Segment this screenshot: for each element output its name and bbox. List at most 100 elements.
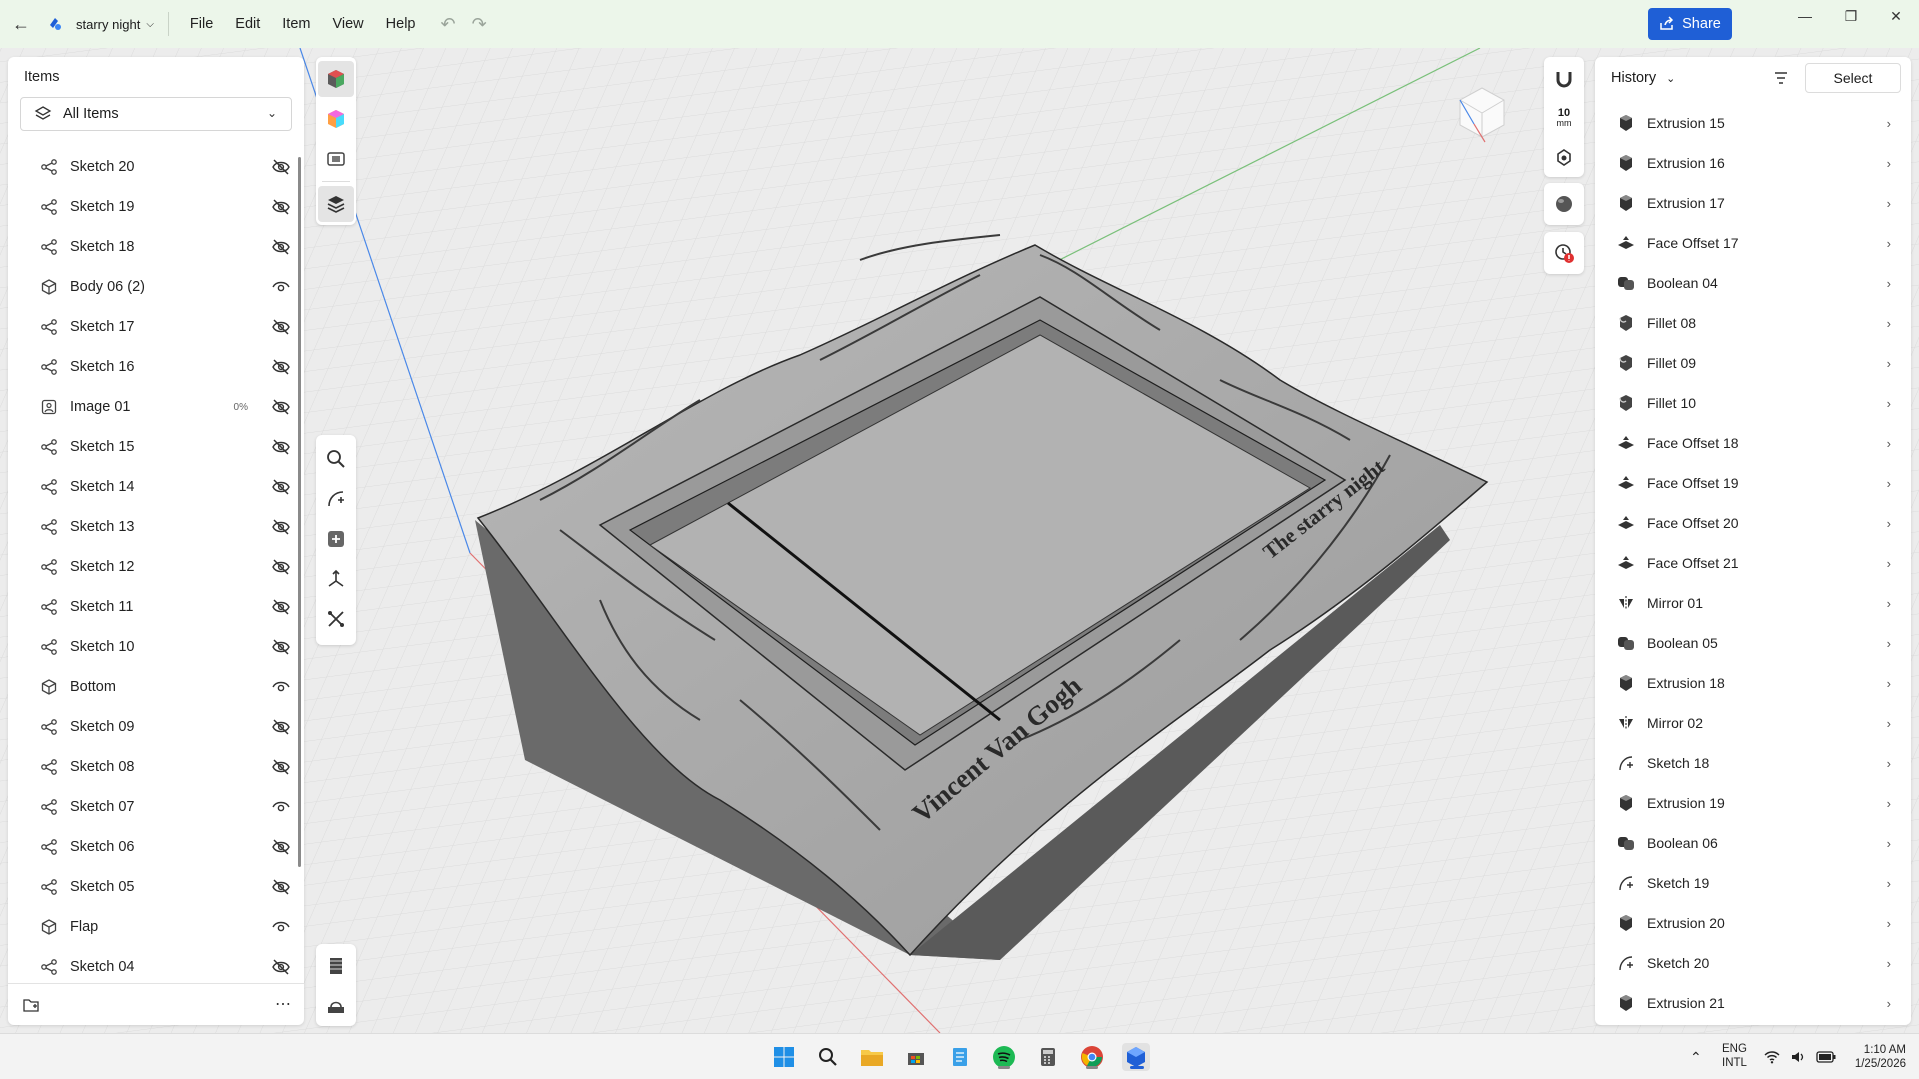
history-item[interactable]: Boolean 04 › [1595,263,1911,303]
history-item[interactable]: Extrusion 20 › [1595,903,1911,943]
items-list-item[interactable]: Sketch 09 [8,707,304,747]
chrome-icon[interactable] [1078,1043,1106,1071]
share-button[interactable]: Share [1648,8,1732,40]
chevron-right-icon[interactable]: › [1887,276,1891,291]
eye-hidden-icon[interactable] [270,438,292,456]
history-item[interactable]: Sketch 20 › [1595,943,1911,983]
chevron-right-icon[interactable]: › [1887,236,1891,251]
clock[interactable]: 1:10 AM 1/25/2026 [1844,1034,1906,1079]
items-list-item[interactable]: Body 06 (2) [8,267,304,307]
items-list-item[interactable]: Sketch 12 [8,547,304,587]
materials-view-icon[interactable] [318,101,354,137]
history-item[interactable]: Extrusion 21 › [1595,983,1911,1023]
eye-hidden-icon[interactable] [270,358,292,376]
chevron-right-icon[interactable]: › [1887,836,1891,851]
items-list-item[interactable]: Sketch 14 [8,467,304,507]
eye-icon[interactable] [270,798,292,816]
history-item[interactable]: Extrusion 17 › [1595,183,1911,223]
chevron-right-icon[interactable]: › [1887,956,1891,971]
history-item[interactable]: Boolean 06 › [1595,823,1911,863]
grid-units-indicator[interactable]: 10 mm [1546,100,1582,135]
minimize-icon[interactable]: — [1782,0,1828,32]
layers-view-icon[interactable] [318,186,354,222]
measure-tool-icon[interactable] [318,601,354,637]
render-view-icon[interactable] [318,141,354,177]
eye-icon[interactable] [270,918,292,936]
eye-hidden-icon[interactable] [270,638,292,656]
chevron-right-icon[interactable]: › [1887,436,1891,451]
eye-hidden-icon[interactable] [270,878,292,896]
items-list-item[interactable]: Image 01 0% [8,387,304,427]
store-icon[interactable] [902,1043,930,1071]
eye-icon[interactable] [270,678,292,696]
history-item[interactable]: Face Offset 20 › [1595,503,1911,543]
chevron-right-icon[interactable]: › [1887,916,1891,931]
magnet-snap-icon[interactable] [1546,61,1582,96]
notepad-icon[interactable] [946,1043,974,1071]
transform-tool-icon[interactable] [318,561,354,597]
items-list-item[interactable]: Sketch 17 [8,307,304,347]
eye-hidden-icon[interactable] [270,518,292,536]
history-item[interactable]: Sketch 19 › [1595,863,1911,903]
chevron-right-icon[interactable]: › [1887,476,1891,491]
file-explorer-icon[interactable] [858,1043,886,1071]
eye-hidden-icon[interactable] [270,718,292,736]
history-item[interactable]: Boolean 05 › [1595,623,1911,663]
history-item[interactable]: Extrusion 15 › [1595,103,1911,143]
items-list-item[interactable]: Sketch 18 [8,227,304,267]
eye-hidden-icon[interactable] [270,758,292,776]
chevron-right-icon[interactable]: › [1887,756,1891,771]
eye-hidden-icon[interactable] [270,318,292,336]
items-list-item[interactable]: Sketch 19 [8,187,304,227]
new-folder-icon[interactable] [20,994,42,1016]
items-filter-dropdown[interactable]: All Items ⌄ [20,97,292,131]
items-list-item[interactable]: Sketch 13 [8,507,304,547]
history-item[interactable]: Fillet 09 › [1595,343,1911,383]
sketch-tool-icon[interactable] [318,481,354,517]
items-list-item[interactable]: Sketch 16 [8,347,304,387]
items-list-item[interactable]: Sketch 04 [8,947,304,987]
history-dropdown[interactable]: History ⌄ [1611,70,1675,86]
snap-point-icon[interactable] [1546,140,1582,175]
menu-help[interactable]: Help [375,16,427,32]
chevron-right-icon[interactable]: › [1887,596,1891,611]
history-item[interactable]: Face Offset 18 › [1595,423,1911,463]
tray-overflow-icon[interactable]: ⌃ [1690,1034,1702,1079]
cad-app-icon[interactable] [1122,1043,1150,1071]
items-list-item[interactable]: Flap [8,907,304,947]
calculator-icon[interactable] [1034,1043,1062,1071]
menu-edit[interactable]: Edit [224,16,271,32]
language-indicator[interactable]: ENG INTL [1722,1034,1747,1079]
history-item[interactable]: Extrusion 16 › [1595,143,1911,183]
timeline-warning-icon[interactable] [1546,235,1582,271]
redo-icon[interactable]: ↷ [472,14,487,35]
chevron-right-icon[interactable]: › [1887,996,1891,1011]
history-item[interactable]: Mirror 01 › [1595,583,1911,623]
zoom-search-icon[interactable] [318,441,354,477]
eye-hidden-icon[interactable] [270,478,292,496]
chevron-right-icon[interactable]: › [1887,676,1891,691]
history-item[interactable]: Mirror 02 › [1595,703,1911,743]
search-icon[interactable] [814,1043,842,1071]
items-list-item[interactable]: Sketch 10 [8,627,304,667]
items-scrollbar[interactable] [298,157,301,867]
eye-icon[interactable] [270,278,292,296]
filter-icon[interactable] [1767,65,1795,91]
back-arrow-icon[interactable]: ← [10,13,32,35]
items-list-item[interactable]: Bottom [8,667,304,707]
eye-hidden-icon[interactable] [270,838,292,856]
history-item[interactable]: Extrusion 19 › [1595,783,1911,823]
restore-icon[interactable]: ❐ [1828,0,1874,32]
eye-hidden-icon[interactable] [270,198,292,216]
items-list-item[interactable]: Sketch 06 [8,827,304,867]
eye-hidden-icon[interactable] [270,398,292,416]
add-primitive-icon[interactable] [318,521,354,557]
shaded-view-icon[interactable] [318,61,354,97]
menu-file[interactable]: File [179,16,224,32]
windows-start-icon[interactable] [770,1043,798,1071]
eye-hidden-icon[interactable] [270,958,292,976]
items-list-item[interactable]: Sketch 08 [8,747,304,787]
chevron-right-icon[interactable]: › [1887,116,1891,131]
chevron-right-icon[interactable]: › [1887,796,1891,811]
undo-icon[interactable]: ↶ [440,14,455,35]
